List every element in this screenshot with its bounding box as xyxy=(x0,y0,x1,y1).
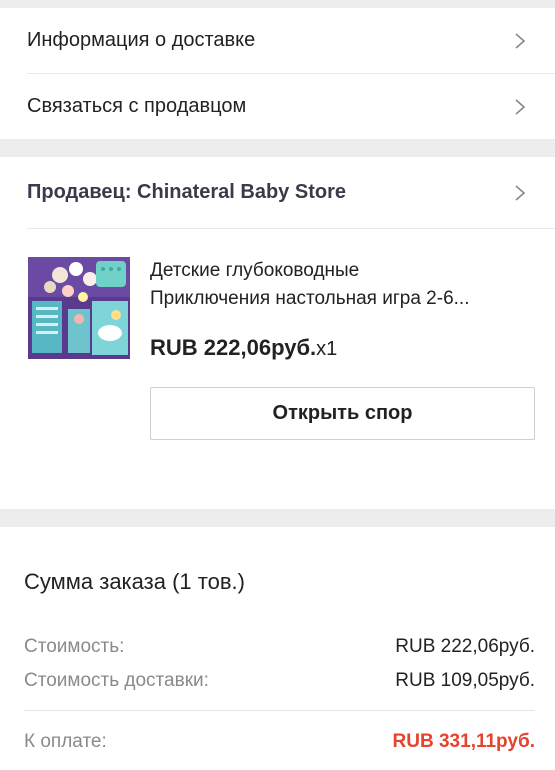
total-row: К оплате: RUB 331,11руб. xyxy=(24,725,535,759)
chevron-right-icon xyxy=(515,32,526,49)
total-value: RUB 331,11руб. xyxy=(392,731,535,752)
product-title-line2: Приключения настольная игра 2-6... xyxy=(150,288,470,309)
total-label: К оплате: xyxy=(24,731,107,752)
product-price: RUB 222,06руб.x1 xyxy=(150,335,535,361)
cost-row: Стоимость: RUB 222,06руб. xyxy=(24,630,535,664)
links-card: Информация о доставке Связаться с продав… xyxy=(0,8,555,139)
summary-title: Сумма заказа (1 тов.) xyxy=(24,569,245,594)
product-thumbnail[interactable] xyxy=(28,257,130,359)
delivery-info-label: Информация о доставке xyxy=(27,29,256,51)
seller-row[interactable]: Продавец: Chinateral Baby Store xyxy=(0,157,555,228)
product-item[interactable]: Детские глубоководные Приключения настол… xyxy=(0,229,555,369)
divider xyxy=(24,710,535,711)
dispute-wrap: Открыть спор xyxy=(0,369,555,461)
contact-seller-label: Связаться с продавцом xyxy=(27,95,247,117)
shipping-value: RUB 109,05руб. xyxy=(395,670,535,691)
seller-label: Продавец: Chinateral Baby Store xyxy=(27,181,346,203)
order-summary: Сумма заказа (1 тов.) Стоимость: RUB 222… xyxy=(0,527,555,770)
order-card: Продавец: Chinateral Baby Store Детские … xyxy=(0,157,555,509)
cost-label: Стоимость: xyxy=(24,636,125,657)
quantity: x1 xyxy=(316,338,338,360)
price-amount: RUB 222,06руб. xyxy=(150,335,317,360)
chevron-right-icon xyxy=(515,98,526,115)
product-image xyxy=(28,257,130,359)
cost-value: RUB 222,06руб. xyxy=(395,636,535,657)
open-dispute-button[interactable]: Открыть спор xyxy=(150,387,535,440)
delivery-info-row[interactable]: Информация о доставке xyxy=(0,8,555,73)
chevron-right-icon xyxy=(515,184,526,201)
contact-seller-row[interactable]: Связаться с продавцом xyxy=(0,74,555,139)
top-spacer xyxy=(0,0,555,8)
shipping-row: Стоимость доставки: RUB 109,05руб. xyxy=(24,664,535,698)
card-padding xyxy=(0,461,555,509)
product-title-line1: Детские глубоководные xyxy=(150,260,360,281)
product-title[interactable]: Детские глубоководные Приключения настол… xyxy=(150,257,535,313)
product-info: Детские глубоководные Приключения настол… xyxy=(150,257,535,369)
section-separator xyxy=(0,139,555,157)
section-separator xyxy=(0,509,555,527)
shipping-label: Стоимость доставки: xyxy=(24,670,209,691)
